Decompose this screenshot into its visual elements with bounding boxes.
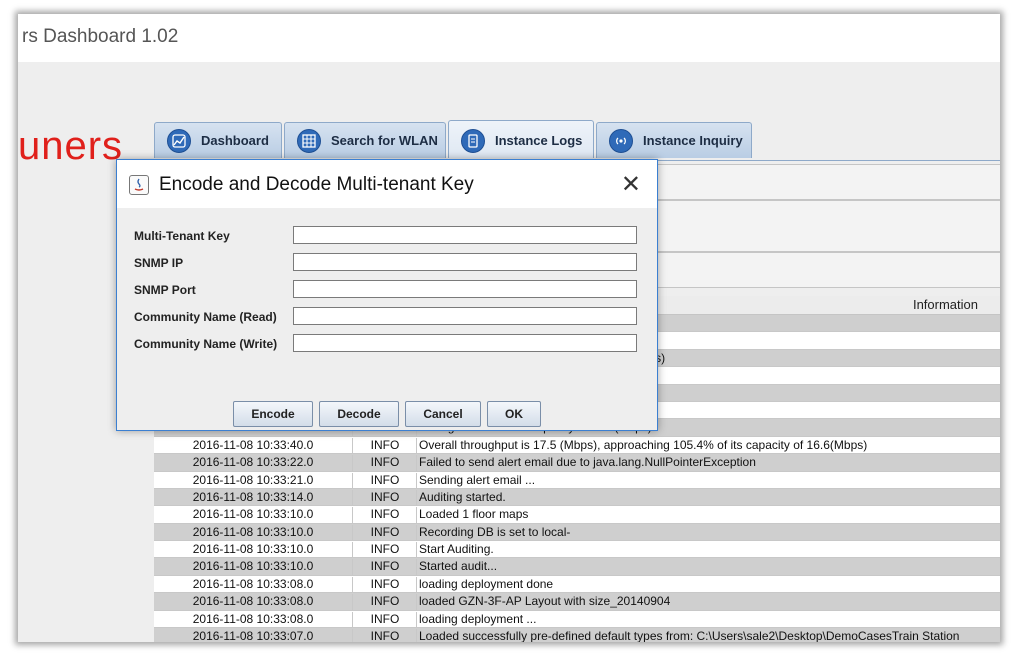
- brand-logo-text: uners: [18, 124, 124, 168]
- log-time-cell: 2016-11-08 10:33:10.0: [192, 559, 314, 574]
- grid-icon: [297, 129, 321, 153]
- log-level-cell: INFO: [352, 507, 417, 524]
- log-time-cell: 2016-11-08 10:33:10.0: [192, 507, 314, 522]
- log-message-cell: loading deployment ...: [416, 611, 536, 628]
- table-row[interactable]: 2016-11-08 10:33:08.0 INFO loading deploym…: [154, 610, 1000, 629]
- chart-icon: [167, 129, 191, 153]
- community-write-input[interactable]: [293, 334, 637, 352]
- log-message-cell: Recording DB is set to local-: [416, 524, 570, 541]
- window-titlebar: rs Dashboard 1.02: [18, 14, 1000, 62]
- log-time-cell: 2016-11-08 10:33:40.0: [192, 437, 314, 452]
- log-level-cell: INFO: [352, 559, 417, 576]
- information-column-header[interactable]: Information: [913, 297, 978, 312]
- table-row[interactable]: 2016-11-08 10:33:10.0 INFO Loaded 1 floor …: [154, 506, 1000, 524]
- encode-button[interactable]: Encode: [233, 401, 313, 427]
- log-time-cell: 2016-11-08 10:33:22.0: [192, 455, 314, 470]
- log-level-cell: INFO: [352, 472, 417, 489]
- log-message-cell: loading deployment done: [416, 576, 553, 593]
- community-read-input[interactable]: [293, 307, 637, 325]
- tab-label: Search for WLAN: [331, 133, 438, 148]
- community-write-label: Community Name (Write): [134, 337, 278, 351]
- log-message-cell: Loaded successfully pre-defined default …: [416, 629, 959, 642]
- tab-search-wlan[interactable]: Search for WLAN: [284, 122, 446, 158]
- log-message-cell: Loaded 1 floor maps: [416, 507, 528, 524]
- table-row[interactable]: 2016-11-08 10:33:08.0 INFO loading deploym…: [154, 575, 1000, 594]
- community-read-label: Community Name (Read): [134, 310, 277, 324]
- table-row[interactable]: 2016-11-08 10:33:08.0 INFO loaded GZN-3F-A…: [154, 593, 1000, 611]
- dialog-title: Encode and Decode Multi-tenant Key: [159, 174, 474, 195]
- table-row[interactable]: 2016-11-08 10:33:10.0 INFO Recording DB is…: [154, 523, 1000, 542]
- java-app-icon: [129, 175, 149, 195]
- log-time-cell: 2016-11-08 10:33:10.0: [192, 542, 314, 557]
- logs-icon: [461, 129, 485, 153]
- table-row[interactable]: 2016-11-08 10:33:10.0 INFO Started audit..…: [154, 558, 1000, 576]
- log-level-cell: INFO: [352, 524, 417, 541]
- tab-label: Instance Inquiry: [643, 133, 743, 148]
- multi-tenant-key-input[interactable]: [293, 226, 637, 244]
- snmp-port-input[interactable]: [293, 280, 637, 298]
- table-row[interactable]: 2016-11-08 10:33:40.0 INFO Overall through…: [154, 436, 1000, 455]
- log-message-cell: Auditing started.: [416, 489, 506, 506]
- encode-decode-dialog: Encode and Decode Multi-tenant Key ✕ Mul…: [116, 159, 658, 431]
- table-row[interactable]: 2016-11-08 10:33:21.0 INFO Sending alert e…: [154, 471, 1000, 489]
- table-row[interactable]: 2016-11-08 10:33:07.0 INFO Loaded successf…: [154, 628, 1000, 642]
- log-message-cell: loaded GZN-3F-AP Layout with size_201409…: [416, 594, 670, 611]
- table-row[interactable]: 2016-11-08 10:33:14.0 INFO Auditing starte…: [154, 488, 1000, 507]
- snmp-port-label: SNMP Port: [134, 283, 196, 297]
- log-time-cell: 2016-11-08 10:33:14.0: [192, 489, 314, 504]
- window-title: rs Dashboard 1.02: [22, 26, 179, 47]
- tab-instance-inquiry[interactable]: Instance Inquiry: [596, 122, 752, 158]
- log-time-cell: 2016-11-08 10:33:08.0: [192, 611, 314, 626]
- log-time-cell: 2016-11-08 10:33:10.0: [192, 524, 314, 539]
- table-row[interactable]: 2016-11-08 10:33:22.0 INFO Failed to send …: [154, 454, 1000, 472]
- app-window: rs Dashboard 1.02 uners Dashboard Search…: [18, 14, 1000, 642]
- log-level-cell: INFO: [352, 489, 417, 506]
- decode-button[interactable]: Decode: [319, 401, 399, 427]
- snmp-ip-input[interactable]: [293, 253, 637, 271]
- log-message-cell: Start Auditing.: [416, 542, 494, 559]
- close-icon[interactable]: ✕: [621, 170, 641, 199]
- log-level-cell: INFO: [352, 542, 417, 559]
- log-level-cell: INFO: [352, 611, 417, 628]
- log-level-cell: INFO: [352, 594, 417, 611]
- log-message-cell: Overall throughput is 17.5 (Mbps), appro…: [416, 437, 867, 454]
- log-time-cell: 2016-11-08 10:33:08.0: [192, 594, 314, 609]
- log-time-cell: 2016-11-08 10:33:21.0: [192, 472, 314, 487]
- snmp-ip-label: SNMP IP: [134, 256, 184, 270]
- log-level-cell: INFO: [352, 437, 417, 454]
- log-level-cell: INFO: [352, 629, 417, 642]
- tab-label: Dashboard: [201, 133, 269, 148]
- dialog-titlebar: Encode and Decode Multi-tenant Key ✕: [117, 160, 657, 208]
- log-time-cell: 2016-11-08 10:33:08.0: [192, 576, 314, 591]
- dialog-body: Multi-Tenant Key SNMP IP SNMP Port Commu…: [117, 208, 657, 430]
- tab-label: Instance Logs: [495, 133, 583, 148]
- log-level-cell: INFO: [352, 576, 417, 593]
- tab-instance-logs[interactable]: Instance Logs: [448, 120, 594, 158]
- tab-dashboard[interactable]: Dashboard: [154, 122, 282, 158]
- ok-button[interactable]: OK: [487, 401, 541, 427]
- cancel-button[interactable]: Cancel: [405, 401, 481, 427]
- log-time-cell: 2016-11-08 10:33:07.0: [192, 629, 314, 642]
- broadcast-icon: [609, 129, 633, 153]
- table-row[interactable]: 2016-11-08 10:33:10.0 INFO Start Auditing.: [154, 541, 1000, 559]
- log-message-cell: Failed to send alert email due to java.l…: [416, 455, 756, 472]
- multi-tenant-key-label: Multi-Tenant Key: [134, 229, 230, 243]
- log-level-cell: INFO: [352, 455, 417, 472]
- log-message-cell: Started audit...: [416, 559, 497, 576]
- log-message-cell: Sending alert email ...: [416, 472, 535, 489]
